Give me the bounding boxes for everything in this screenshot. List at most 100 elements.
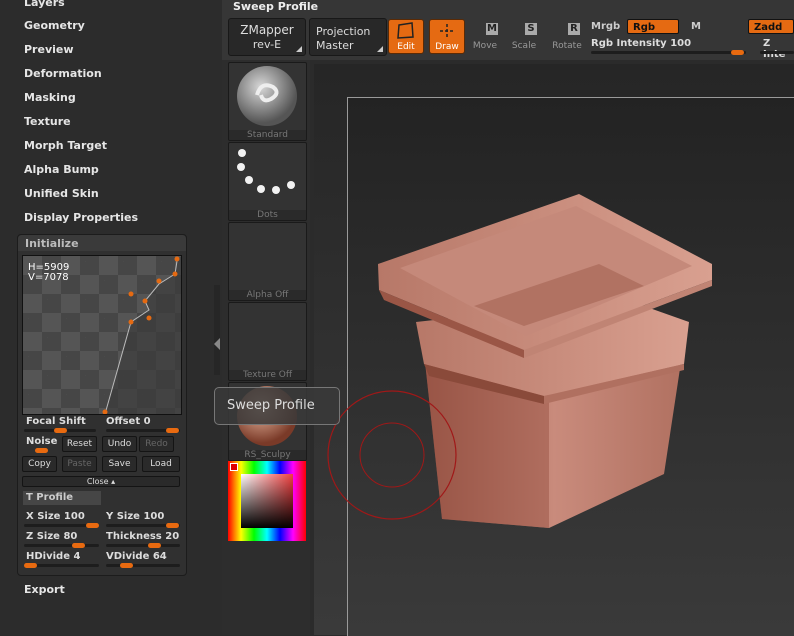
rgb-intensity-value: 100 — [670, 38, 692, 49]
menu-morph-target[interactable]: Morph Target — [24, 139, 107, 152]
focal-shift-slider[interactable] — [24, 428, 96, 433]
hdivide-knob[interactable] — [24, 563, 37, 568]
move-icon: M — [486, 23, 498, 35]
z-intensity-slider[interactable] — [760, 51, 794, 54]
move-button[interactable]: M Move — [468, 19, 502, 52]
noise-knob[interactable] — [35, 448, 48, 453]
offset-knob[interactable] — [166, 428, 179, 433]
z-size-label: Z Size 80 — [26, 531, 78, 542]
edit-icon — [397, 22, 414, 39]
texture-thumb[interactable]: Texture Off — [228, 302, 307, 381]
saturation-square[interactable] — [241, 474, 293, 528]
chevron-up-icon: ▴ — [108, 477, 116, 486]
initialize-panel: Initialize H=5909 V=7078 Focal Shift Off… — [17, 234, 187, 576]
hdivide-label: HDivide 4 — [26, 551, 81, 562]
y-size-slider[interactable] — [106, 523, 180, 528]
3d-model-view[interactable] — [314, 64, 794, 635]
menu-deformation[interactable]: Deformation — [24, 67, 102, 80]
alpha-off-label: Alpha Off — [229, 290, 306, 300]
x-size-knob[interactable] — [86, 523, 99, 528]
page-title: Sweep Profile — [233, 0, 319, 13]
thickness-value: 20 — [165, 531, 180, 542]
copy-button[interactable]: Copy — [22, 456, 57, 472]
scale-button[interactable]: S Scale — [507, 19, 541, 52]
menu-preview[interactable]: Preview — [24, 43, 74, 56]
brush-cursor — [327, 390, 457, 520]
vdivide-value: 64 — [152, 551, 167, 562]
standard-label: Standard — [229, 130, 306, 140]
dots-stroke-icon — [237, 149, 295, 194]
zadd-toggle[interactable]: Zadd — [748, 19, 794, 34]
collapse-arrow-icon[interactable] — [214, 338, 220, 350]
color-picker[interactable] — [228, 461, 306, 541]
z-size-knob[interactable] — [72, 543, 85, 548]
y-size-label: Y Size 100 — [106, 511, 165, 522]
menu-masking[interactable]: Masking — [24, 91, 76, 104]
menu-layers[interactable]: Layers — [24, 0, 65, 9]
focal-shift-label: Focal Shift — [26, 416, 86, 427]
save-button[interactable]: Save — [102, 456, 137, 472]
offset-label: Offset 0 — [106, 416, 151, 427]
paste-button[interactable]: Paste — [62, 456, 97, 472]
rgb-intensity-label: Rgb Intensity 100 — [591, 38, 692, 49]
tooltip-text: Sweep Profile — [227, 398, 315, 413]
m-toggle[interactable]: M — [691, 21, 701, 32]
corner-arrow-icon — [377, 46, 383, 52]
corner-arrow-icon — [296, 46, 302, 52]
active-color-swatch[interactable] — [230, 463, 238, 471]
standard-brush-thumb[interactable]: Standard — [228, 62, 307, 141]
menu-geometry[interactable]: Geometry — [24, 19, 85, 32]
z-size-value: 80 — [63, 531, 78, 542]
focal-shift-knob[interactable] — [54, 428, 67, 433]
zmapper-button[interactable]: ZMapper rev-E — [228, 18, 306, 56]
redo-button[interactable]: Redo — [139, 436, 174, 452]
projection-label: Projection — [316, 25, 371, 38]
vdivide-slider[interactable] — [106, 563, 180, 568]
move-label: Move — [472, 41, 498, 51]
rotate-button[interactable]: R Rotate — [550, 19, 584, 52]
thickness-knob[interactable] — [148, 543, 161, 548]
initialize-header[interactable]: Initialize — [18, 235, 186, 251]
mrgb-toggle[interactable]: Mrgb — [591, 21, 620, 32]
standard-brush-icon — [237, 66, 297, 126]
projection-sub: Master — [316, 39, 354, 52]
texture-off-label: Texture Off — [229, 370, 306, 380]
y-size-knob[interactable] — [166, 523, 179, 528]
menu-texture[interactable]: Texture — [24, 115, 71, 128]
profile-label: T Profile — [26, 492, 74, 503]
draw-button[interactable]: Draw — [429, 19, 465, 54]
projection-master-button[interactable]: Projection Master — [309, 18, 387, 56]
tray-divider[interactable] — [214, 285, 220, 375]
profile-header[interactable]: T Profile — [23, 491, 101, 505]
rs-sculpy-label: RS_Sculpy — [229, 450, 306, 460]
close-button[interactable]: Close ▴ — [22, 476, 180, 487]
hdivide-slider[interactable] — [24, 563, 99, 568]
thickness-label: Thickness 20 — [106, 531, 180, 542]
rotate-icon: R — [568, 23, 580, 35]
menu-unified-skin[interactable]: Unified Skin — [24, 187, 99, 200]
edit-button[interactable]: Edit — [388, 19, 424, 54]
menu-display-properties[interactable]: Display Properties — [24, 211, 138, 224]
z-size-slider[interactable] — [24, 543, 99, 548]
draw-label: Draw — [435, 42, 459, 52]
rgb-intensity-knob[interactable] — [731, 50, 744, 55]
profile-curve-graph — [102, 256, 181, 414]
reset-button[interactable]: Reset — [62, 436, 97, 452]
noise-label[interactable]: Noise — [26, 436, 57, 447]
scale-icon: S — [525, 23, 537, 35]
zmapper-sub: rev-E — [252, 38, 282, 51]
thickness-slider[interactable] — [106, 543, 180, 548]
load-button[interactable]: Load — [142, 456, 180, 472]
menu-alpha-bump[interactable]: Alpha Bump — [24, 163, 99, 176]
x-size-slider[interactable] — [24, 523, 99, 528]
menu-export[interactable]: Export — [24, 583, 65, 596]
alpha-thumb[interactable]: Alpha Off — [228, 222, 307, 301]
undo-button[interactable]: Undo — [102, 436, 137, 452]
scale-label: Scale — [511, 41, 537, 51]
rgb-toggle[interactable]: Rgb — [627, 19, 679, 34]
rgb-intensity-slider[interactable] — [591, 50, 746, 55]
vdivide-knob[interactable] — [120, 563, 133, 568]
offset-slider[interactable] — [106, 428, 180, 433]
profile-curve-editor[interactable]: H=5909 V=7078 — [22, 255, 182, 415]
dots-stroke-thumb[interactable]: Dots — [228, 142, 307, 221]
